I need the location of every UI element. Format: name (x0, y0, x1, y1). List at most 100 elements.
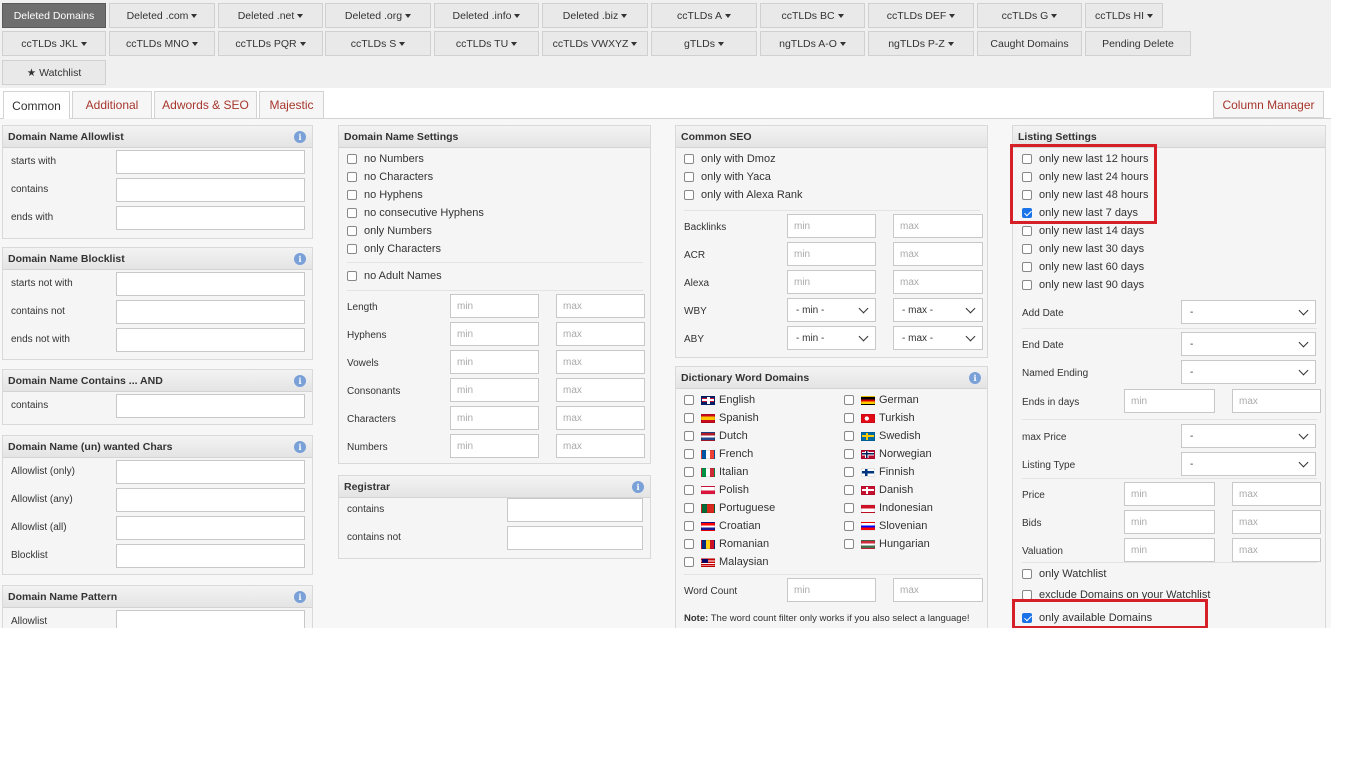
allowlist-only-input[interactable] (116, 460, 305, 484)
info-icon[interactable]: i (294, 375, 306, 387)
nav-deleted-com[interactable]: Deleted .com (109, 3, 215, 28)
nav-cctlds-bc[interactable]: ccTLDs BC (760, 3, 865, 28)
contains-not-input[interactable] (507, 526, 643, 550)
checkbox[interactable] (1022, 569, 1032, 579)
contains-not-input[interactable] (116, 300, 305, 324)
nav-deleted-net[interactable]: Deleted .net (218, 3, 323, 28)
end-date-select[interactable]: - (1181, 332, 1316, 356)
exclude-watchlist-checkbox[interactable]: exclude Domains on your Watchlist (1022, 589, 1210, 601)
no-characters-checkbox[interactable]: no Characters (347, 171, 433, 183)
checkbox[interactable] (347, 271, 357, 281)
language-german-checkbox[interactable]: German (844, 394, 919, 406)
only-available-domains-checkbox[interactable]: only available Domains (1022, 612, 1152, 624)
only-characters-checkbox[interactable]: only Characters (347, 243, 441, 255)
only-with-dmoz-checkbox[interactable]: only with Dmoz (684, 153, 776, 165)
checkbox[interactable] (347, 226, 357, 236)
language-polish-checkbox[interactable]: Polish (684, 484, 749, 496)
length-max-input[interactable] (556, 294, 645, 318)
no-consecutive-hyphens-checkbox[interactable]: no consecutive Hyphens (347, 207, 484, 219)
language-italian-checkbox[interactable]: Italian (684, 466, 748, 478)
checkbox[interactable] (844, 485, 854, 495)
checkbox[interactable] (684, 557, 694, 567)
numbers-max-input[interactable] (556, 434, 645, 458)
named-ending-select[interactable]: - (1181, 360, 1316, 384)
bids-min-input[interactable] (1124, 510, 1215, 534)
add-date-select[interactable]: - (1181, 300, 1316, 324)
consonants-min-input[interactable] (450, 378, 539, 402)
no-hyphens-checkbox[interactable]: no Hyphens (347, 189, 423, 201)
contains-input[interactable] (507, 498, 643, 522)
hyphens-min-input[interactable] (450, 322, 539, 346)
nav-ngtlds-p-z[interactable]: ngTLDs P-Z (868, 31, 974, 56)
nav-caught-domains[interactable]: Caught Domains (977, 31, 1082, 56)
tab-common[interactable]: Common (3, 91, 70, 119)
language-dutch-checkbox[interactable]: Dutch (684, 430, 748, 442)
word-count-max-input[interactable] (893, 578, 983, 602)
checkbox[interactable] (684, 449, 694, 459)
checkbox[interactable] (844, 449, 854, 459)
checkbox[interactable] (1022, 262, 1032, 272)
checkbox[interactable] (347, 244, 357, 254)
nav-pending-delete[interactable]: Pending Delete (1085, 31, 1191, 56)
checkbox[interactable] (1022, 154, 1032, 164)
listing-type-select[interactable]: - (1181, 452, 1316, 476)
characters-max-input[interactable] (556, 406, 645, 430)
checkbox[interactable] (684, 154, 694, 164)
nav-gtlds[interactable]: gTLDs (651, 31, 757, 56)
language-danish-checkbox[interactable]: Danish (844, 484, 913, 496)
price-min-input[interactable] (1124, 482, 1215, 506)
language-turkish-checkbox[interactable]: Turkish (844, 412, 915, 424)
checkbox[interactable] (1022, 226, 1032, 236)
checkbox[interactable] (684, 485, 694, 495)
checkbox[interactable] (684, 539, 694, 549)
checkbox[interactable] (844, 431, 854, 441)
only-numbers-checkbox[interactable]: only Numbers (347, 225, 432, 237)
language-swedish-checkbox[interactable]: Swedish (844, 430, 921, 442)
info-icon[interactable]: i (969, 372, 981, 384)
hyphens-max-input[interactable] (556, 322, 645, 346)
language-slovenian-checkbox[interactable]: Slovenian (844, 520, 927, 532)
only-with-alexa-rank-checkbox[interactable]: only with Alexa Rank (684, 189, 803, 201)
alexa-min-input[interactable] (787, 270, 876, 294)
period-only-new-last-90-days-checkbox[interactable]: only new last 90 days (1022, 279, 1144, 291)
checkbox-checked[interactable] (1022, 208, 1032, 218)
checkbox[interactable] (1022, 280, 1032, 290)
starts-with-input[interactable] (116, 150, 305, 174)
tab-additional[interactable]: Additional (72, 91, 152, 118)
checkbox[interactable] (684, 395, 694, 405)
checkbox[interactable] (347, 190, 357, 200)
starts-not-with-input[interactable] (116, 272, 305, 296)
aby-max-select[interactable]: - max - (893, 326, 983, 350)
allowlist-any-input[interactable] (116, 488, 305, 512)
checkbox[interactable] (1022, 172, 1032, 182)
consonants-max-input[interactable] (556, 378, 645, 402)
word-count-min-input[interactable] (787, 578, 876, 602)
ends-in-days-min-input[interactable] (1124, 389, 1215, 413)
checkbox[interactable] (844, 539, 854, 549)
period-only-new-last-48-hours-checkbox[interactable]: only new last 48 hours (1022, 189, 1148, 201)
backlinks-min-input[interactable] (787, 214, 876, 238)
numbers-min-input[interactable] (450, 434, 539, 458)
checkbox[interactable] (347, 154, 357, 164)
valuation-max-input[interactable] (1232, 538, 1321, 562)
checkbox[interactable] (347, 208, 357, 218)
alexa-max-input[interactable] (893, 270, 983, 294)
nav-cctlds-hi[interactable]: ccTLDs HI (1085, 3, 1163, 28)
checkbox[interactable] (684, 521, 694, 531)
nav-cctlds-s[interactable]: ccTLDs S (325, 31, 431, 56)
tab-majestic[interactable]: Majestic (259, 91, 324, 118)
acr-max-input[interactable] (893, 242, 983, 266)
length-min-input[interactable] (450, 294, 539, 318)
period-only-new-last-12-hours-checkbox[interactable]: only new last 12 hours (1022, 153, 1148, 165)
language-romanian-checkbox[interactable]: Romanian (684, 538, 769, 550)
valuation-min-input[interactable] (1124, 538, 1215, 562)
info-icon[interactable]: i (632, 481, 644, 493)
characters-min-input[interactable] (450, 406, 539, 430)
language-malaysian-checkbox[interactable]: Malaysian (684, 556, 769, 568)
only-with-yaca-checkbox[interactable]: only with Yaca (684, 171, 771, 183)
checkbox[interactable] (684, 467, 694, 477)
checkbox[interactable] (347, 172, 357, 182)
nav-deleted-info[interactable]: Deleted .info (434, 3, 539, 28)
period-only-new-last-60-days-checkbox[interactable]: only new last 60 days (1022, 261, 1144, 273)
language-norwegian-checkbox[interactable]: Norwegian (844, 448, 932, 460)
